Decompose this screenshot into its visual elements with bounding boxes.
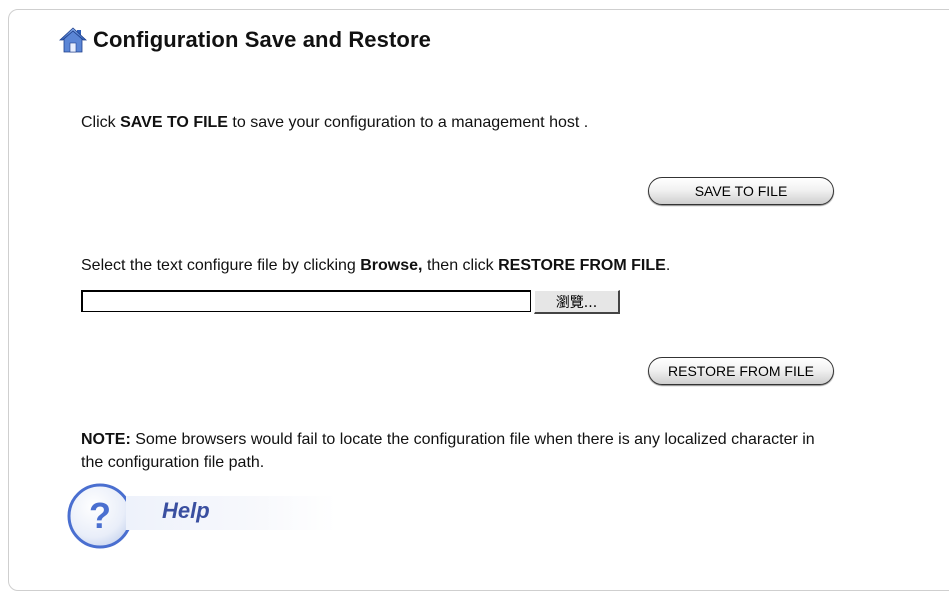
svg-text:?: ? xyxy=(89,495,111,536)
help-question-icon[interactable]: ? xyxy=(66,482,134,550)
note-label: NOTE: xyxy=(81,431,131,448)
help-link[interactable]: ? Help xyxy=(66,482,336,550)
home-icon xyxy=(59,27,87,53)
restore-from-file-button[interactable]: RESTORE FROM FILE xyxy=(648,357,834,385)
save-to-file-button[interactable]: SAVE TO FILE xyxy=(648,177,834,205)
page-header: Configuration Save and Restore xyxy=(59,26,431,54)
help-label-background xyxy=(126,496,336,530)
restore-instruction: Select the text configure file by clicki… xyxy=(81,257,671,274)
help-label[interactable]: Help xyxy=(162,498,210,524)
note-text: NOTE: Some browsers would fail to locate… xyxy=(81,431,815,471)
page-title: Configuration Save and Restore xyxy=(93,27,431,52)
config-file-path-input[interactable] xyxy=(81,290,531,312)
browse-button[interactable]: 瀏覽... xyxy=(534,290,620,314)
save-instruction: Click SAVE TO FILE to save your configur… xyxy=(81,114,589,131)
